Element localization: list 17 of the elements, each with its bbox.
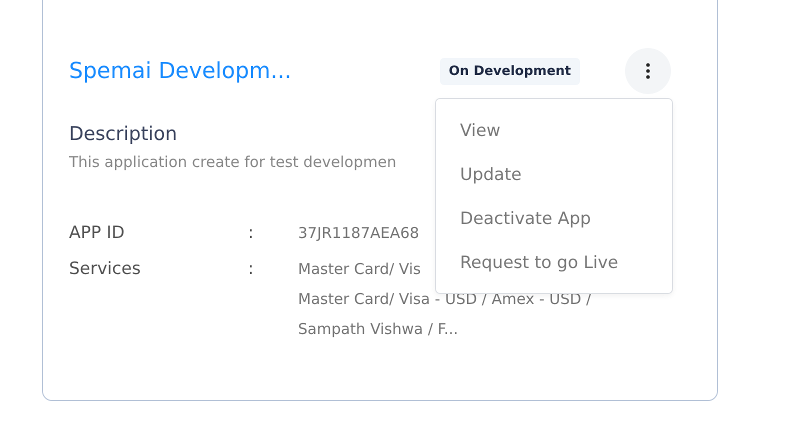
more-icon [646,63,650,79]
field-value: Sampath Vishwa / F... [298,319,458,340]
description-label: Description [69,123,178,145]
more-button[interactable] [625,48,671,94]
app-title[interactable]: Spemai Developm... [69,58,440,84]
menu-item[interactable]: View [436,113,672,157]
field-value: 37JR1187AEA68 [298,223,420,244]
field-label: APP ID [69,222,126,245]
menu-item[interactable]: Update [436,157,672,201]
field-label: Services [69,258,142,281]
menu-item[interactable]: Deactivate App [436,201,672,245]
field-separator: : [248,258,255,281]
field-value: Master Card/ Vis [298,259,421,280]
status-badge: On Development [440,58,580,84]
menu-item[interactable]: Request to go Live [436,245,672,289]
description-text: This application create for test developmen [69,153,396,171]
field-separator: : [248,222,255,245]
